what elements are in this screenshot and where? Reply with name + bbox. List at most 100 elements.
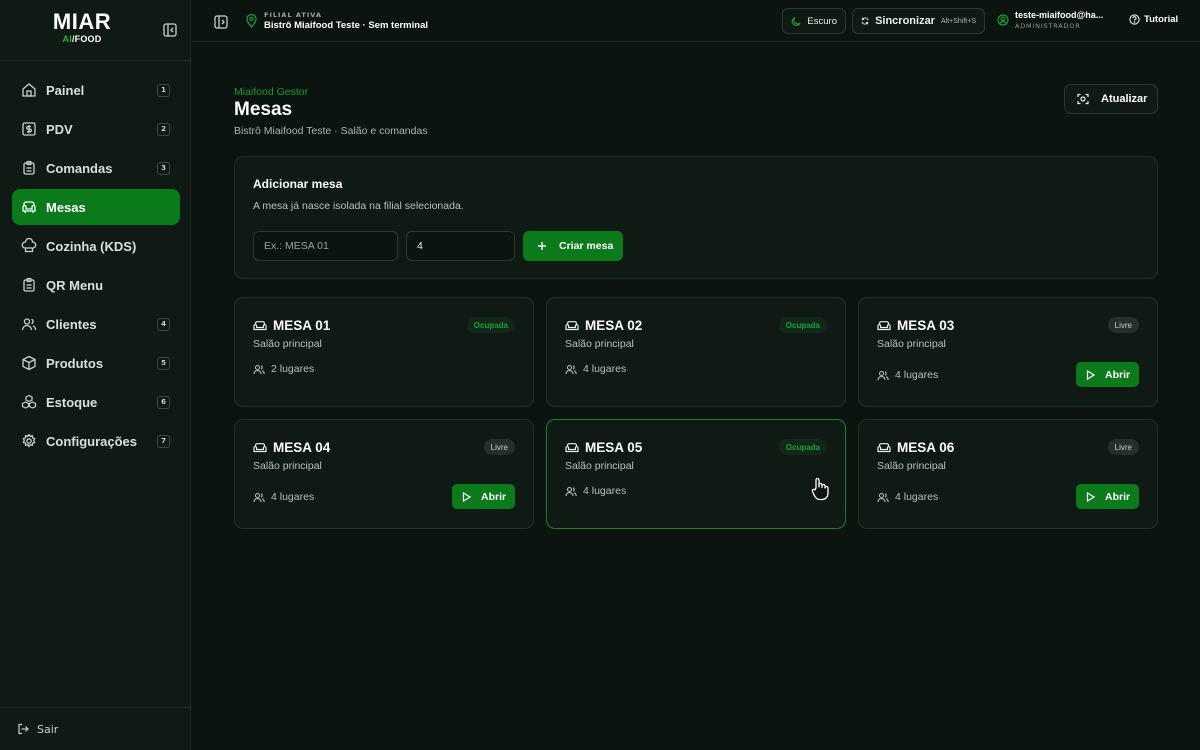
brand: MIAR AI/FOOD — [0, 0, 190, 61]
toggle-sidebar-icon[interactable] — [214, 14, 228, 33]
dollar-square-icon — [21, 121, 37, 137]
sidebar-item-clientes[interactable]: Clientes 4 — [12, 306, 180, 342]
users-icon — [565, 486, 577, 496]
users-icon — [253, 364, 265, 374]
theme-toggle-button[interactable]: Escuro — [782, 8, 846, 34]
create-table-label: Criar mesa — [559, 240, 614, 252]
table-seats: 4 lugares — [253, 491, 314, 503]
table-seats-label: 2 lugares — [271, 363, 315, 375]
sidebar-item-qr-menu[interactable]: QR Menu — [12, 267, 180, 303]
refresh-cw-icon — [1077, 93, 1089, 105]
hand-cursor-icon — [810, 477, 832, 505]
table-name: MESA 03 — [897, 318, 955, 333]
refresh-button[interactable]: Atualizar — [1064, 84, 1158, 114]
sidebar-nav: Painel 1 PDV 2 Comandas 3 Mesas Cozinha … — [12, 72, 180, 462]
sidebar-item-estoque[interactable]: Estoque 6 — [12, 384, 180, 420]
status-badge: Livre — [1107, 317, 1139, 333]
users-icon — [253, 492, 265, 502]
table-name: MESA 04 — [273, 440, 331, 455]
user-circle-icon — [997, 14, 1009, 26]
table-seats-input[interactable] — [406, 231, 515, 261]
create-table-button[interactable]: Criar mesa — [523, 231, 623, 261]
sidebar-item-label: Produtos — [46, 355, 104, 371]
table-card-header: MESA 06 — [877, 440, 954, 455]
page-subtitle: Bistrô Miaifood Teste · Salão e comandas — [234, 125, 428, 137]
logout-icon — [18, 723, 29, 735]
status-badge: Livre — [483, 439, 515, 455]
sidebar-item-pdv[interactable]: PDV 2 — [12, 111, 180, 147]
user-menu[interactable]: teste-miaifood@ha... ADMINISTRADOR — [997, 9, 1103, 31]
add-table-title: Adicionar mesa — [253, 177, 343, 191]
sidebar-item-comandas[interactable]: Comandas 3 — [12, 150, 180, 186]
tutorial-label: Tutorial — [1144, 14, 1179, 25]
table-card[interactable]: MESA 06 Livre Salão principal 4 lugares … — [858, 419, 1158, 529]
clipboard-icon — [21, 277, 37, 293]
table-card-header: MESA 03 — [877, 318, 954, 333]
play-icon — [1086, 369, 1095, 380]
active-branch[interactable]: FILIAL ATIVA Bistrô Miaifood Teste · Sem… — [246, 11, 428, 33]
logout-button[interactable]: Sair — [0, 707, 191, 750]
plus-icon — [538, 242, 546, 250]
table-card[interactable]: MESA 03 Livre Salão principal 4 lugares … — [858, 297, 1158, 407]
table-name: MESA 06 — [897, 440, 955, 455]
table-card[interactable]: MESA 02 Ocupada Salão principal 4 lugare… — [546, 297, 846, 407]
brand-title: MIAR — [52, 9, 112, 34]
table-card[interactable]: MESA 05 Ocupada Salão principal 4 lugare… — [546, 419, 846, 529]
users-icon — [565, 364, 577, 374]
sofa-icon — [253, 442, 267, 452]
brand-logo[interactable]: MIAR AI/FOOD — [0, 9, 164, 45]
brand-subtitle-rest: /FOOD — [71, 34, 102, 44]
status-badge: Ocupada — [778, 317, 827, 333]
users-icon — [877, 370, 889, 380]
play-icon — [462, 491, 471, 502]
page-title: Mesas — [234, 99, 293, 120]
shortcut-badge: 2 — [157, 122, 170, 136]
user-role: ADMINISTRADOR — [1015, 22, 1081, 30]
table-seats-label: 4 lugares — [895, 369, 939, 381]
sync-button[interactable]: Sincronizar Alt+Shift+S — [852, 8, 985, 34]
refresh-icon — [861, 17, 869, 25]
tutorial-button[interactable]: Tutorial — [1129, 14, 1178, 25]
gear-icon — [21, 433, 37, 449]
sidebar-item-mesas[interactable]: Mesas — [12, 189, 180, 225]
map-pin-icon — [246, 14, 257, 28]
open-table-button[interactable]: Abrir — [1076, 484, 1139, 509]
table-name-input[interactable] — [253, 231, 398, 261]
table-seats-label: 4 lugares — [895, 491, 939, 503]
sidebar-item-cozinha[interactable]: Cozinha (KDS) — [12, 228, 180, 264]
sidebar-item-label: QR Menu — [46, 277, 104, 293]
sofa-icon — [877, 442, 891, 452]
table-card-header: MESA 01 — [253, 318, 330, 333]
table-seats: 4 lugares — [565, 363, 626, 375]
sidebar-item-label: Painel — [46, 82, 85, 98]
shortcut-badge: 1 — [157, 83, 170, 97]
table-seats-label: 4 lugares — [583, 363, 627, 375]
refresh-label: Atualizar — [1101, 93, 1148, 105]
brand-subtitle: AI/FOOD — [0, 34, 164, 44]
table-area: Salão principal — [253, 338, 322, 350]
sidebar-item-produtos[interactable]: Produtos 5 — [12, 345, 180, 381]
sidebar-item-label: Cozinha (KDS) — [46, 238, 137, 254]
shortcut-badge: 7 — [157, 434, 170, 448]
table-seats: 2 lugares — [253, 363, 314, 375]
boxes-icon — [21, 394, 37, 410]
sidebar-item-label: Configurações — [46, 433, 138, 449]
open-table-button[interactable]: Abrir — [452, 484, 515, 509]
table-area: Salão principal — [253, 460, 322, 472]
table-card[interactable]: MESA 01 Ocupada Salão principal 2 lugare… — [234, 297, 534, 407]
users-icon — [877, 492, 889, 502]
table-card[interactable]: MESA 04 Livre Salão principal 4 lugares … — [234, 419, 534, 529]
table-seats-label: 4 lugares — [271, 491, 315, 503]
branch-kicker: FILIAL ATIVA — [264, 11, 322, 19]
open-table-button[interactable]: Abrir — [1076, 362, 1139, 387]
table-area: Salão principal — [877, 338, 946, 350]
sidebar-item-configuracoes[interactable]: Configurações 7 — [12, 423, 180, 459]
collapse-sidebar-icon[interactable] — [163, 22, 177, 37]
shortcut-badge: 6 — [157, 395, 170, 409]
table-area: Salão principal — [565, 338, 634, 350]
sidebar-item-label: Estoque — [46, 394, 98, 410]
table-area: Salão principal — [565, 460, 634, 472]
users-icon — [21, 316, 37, 332]
user-email: teste-miaifood@ha... — [1015, 10, 1104, 20]
sidebar-item-painel[interactable]: Painel 1 — [12, 72, 180, 108]
